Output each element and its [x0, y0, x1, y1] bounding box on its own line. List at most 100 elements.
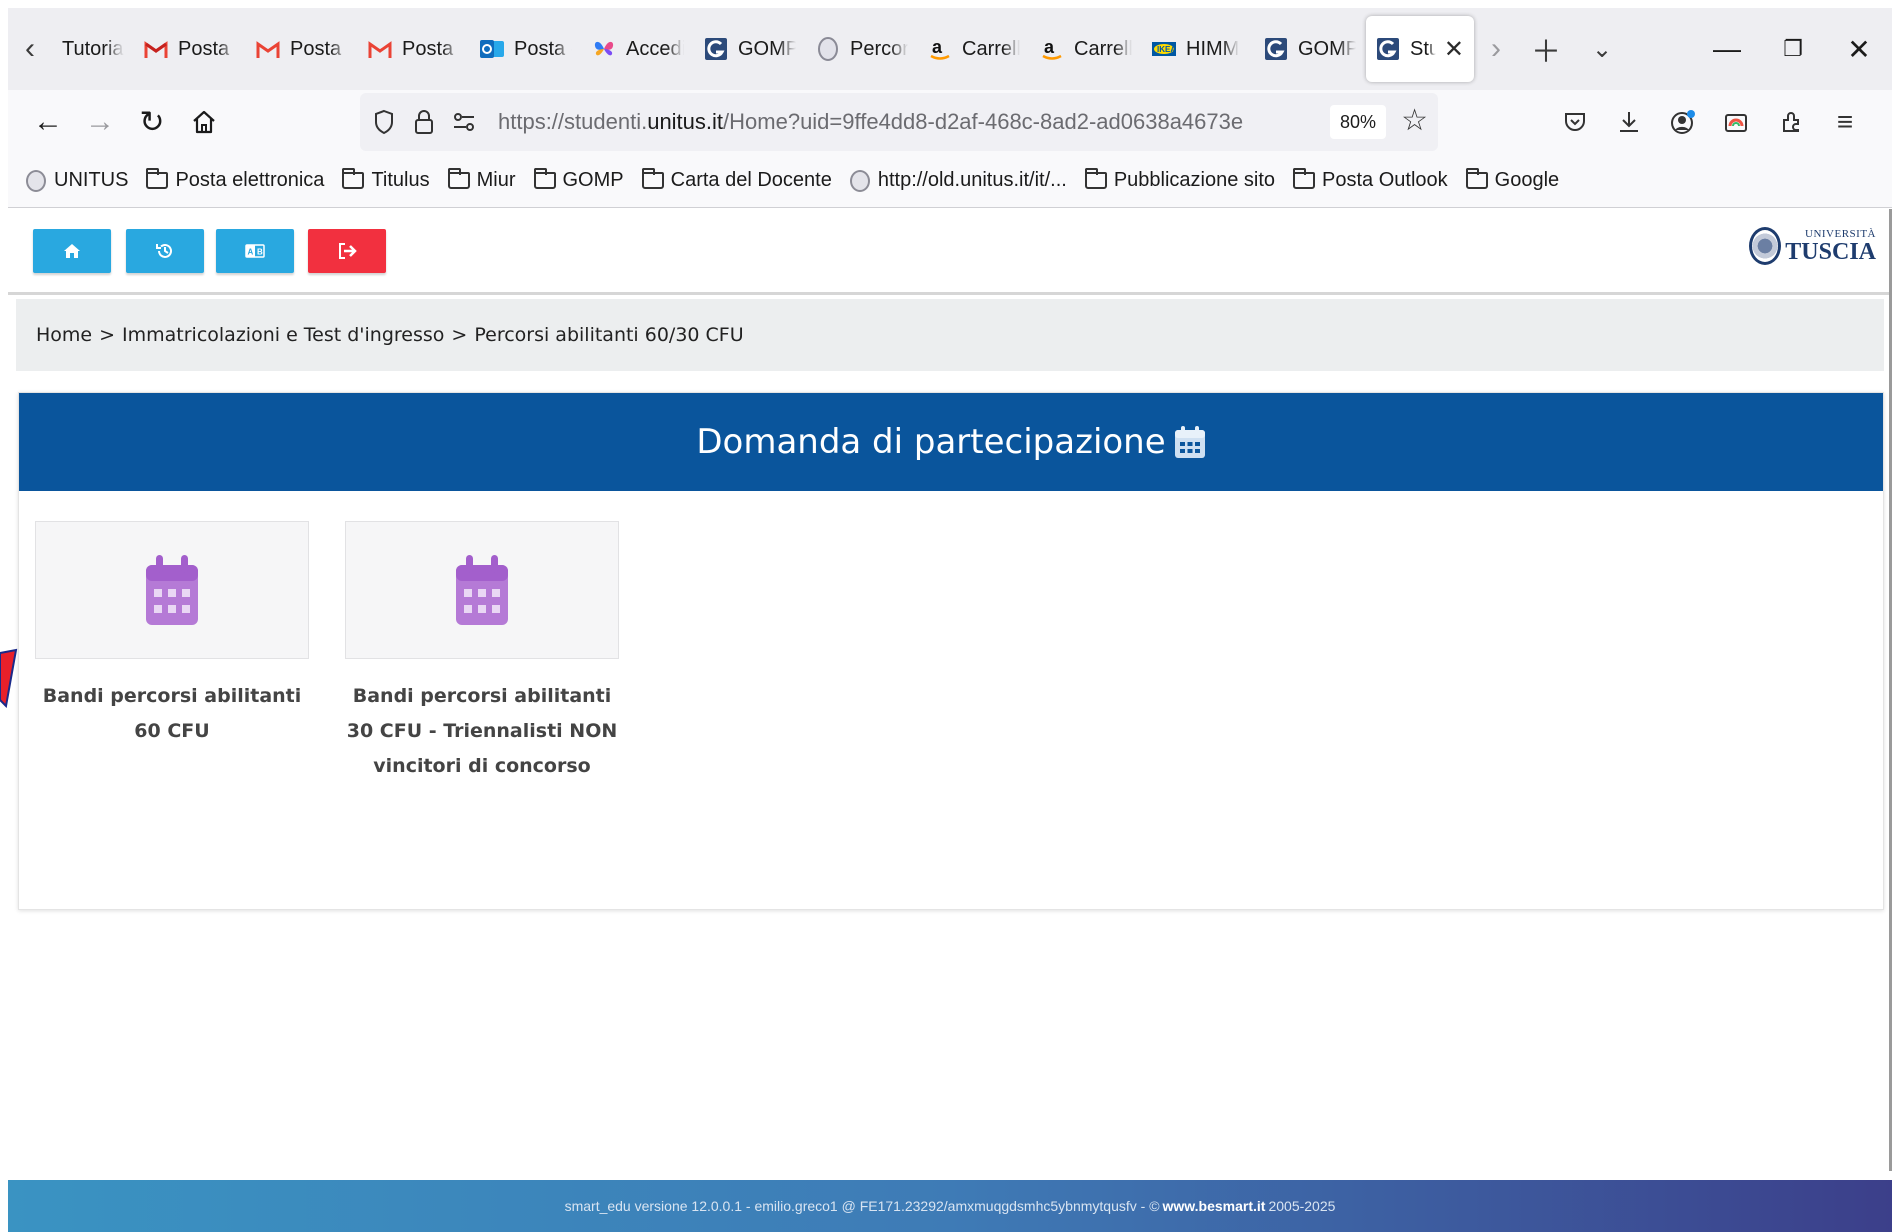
- folder-icon: [1293, 168, 1316, 189]
- footer-years: 2005-2025: [1268, 1198, 1336, 1214]
- tab-gomp[interactable]: GOMP: [1254, 16, 1366, 82]
- tab-label: Posta i: [178, 37, 236, 60]
- tab-label: Posta -: [514, 37, 572, 60]
- tab-studenti-active[interactable]: Stu ✕: [1366, 16, 1474, 82]
- extensions-icon[interactable]: [1764, 96, 1818, 148]
- bookmark-titulus[interactable]: Titulus: [342, 168, 430, 192]
- ikea-icon: IKEA: [1152, 37, 1176, 61]
- bookmark-old-unitus[interactable]: http://old.unitus.it/it/...: [849, 169, 1067, 192]
- tab-bar: ‹ Tutoria Posta i Posta i Posta i Posta …: [8, 8, 1892, 90]
- folder-icon: [533, 168, 556, 189]
- logout-icon: [339, 243, 357, 259]
- tab-amazon[interactable]: a Carrell: [918, 16, 1030, 82]
- amazon-icon: a: [1040, 37, 1064, 61]
- breadcrumb-current: Percorsi abilitanti 60/30 CFU: [474, 324, 744, 346]
- folder-icon: [1084, 168, 1107, 189]
- new-tab-icon[interactable]: ＋: [1518, 8, 1574, 90]
- bookmark-pubblicazione-sito[interactable]: Pubblicazione sito: [1084, 168, 1275, 192]
- calendar-icon: [146, 555, 198, 625]
- container-tabs-icon[interactable]: [1710, 96, 1764, 148]
- home-icon[interactable]: [178, 96, 230, 148]
- forward-icon[interactable]: →: [74, 96, 126, 148]
- url-text[interactable]: https://studenti.unitus.it/Home?uid=9ffe…: [498, 109, 1243, 135]
- folder-icon: [641, 168, 664, 189]
- tab-amazon[interactable]: a Carrell: [1030, 16, 1142, 82]
- shield-icon[interactable]: [364, 109, 404, 135]
- tab-label: GOMP: [1298, 37, 1356, 60]
- bookmark-star-icon[interactable]: ☆: [1401, 103, 1428, 138]
- university-logo[interactable]: UNIVERSITÀ TUSCIA: [1749, 227, 1876, 265]
- reload-icon[interactable]: ↻: [126, 96, 178, 148]
- tab-label: Carrell: [1074, 37, 1132, 60]
- account-icon[interactable]: [1656, 96, 1710, 148]
- tab-gmail[interactable]: Posta i: [134, 16, 246, 82]
- tab-scroll-right-icon[interactable]: ›: [1474, 8, 1518, 90]
- footer-link[interactable]: www.besmart.it: [1163, 1198, 1266, 1214]
- tab-label: Tutoria: [62, 37, 124, 60]
- application-card: Domanda di partecipazione Bandi percorsi…: [18, 392, 1884, 910]
- tab-ikea[interactable]: IKEA HIMM: [1142, 16, 1254, 82]
- annotation-arrow-icon: [0, 648, 18, 708]
- page-scrollbar-track[interactable]: [1889, 209, 1892, 1171]
- breadcrumb-home[interactable]: Home: [36, 324, 92, 346]
- lock-icon[interactable]: [404, 109, 444, 135]
- breadcrumb-separator: >: [451, 324, 468, 346]
- bookmark-posta-elettronica[interactable]: Posta elettronica: [146, 168, 324, 192]
- tile-label[interactable]: Bandi percorsi abilitanti 30 CFU - Trien…: [345, 679, 619, 784]
- bookmark-unitus[interactable]: UNITUS: [26, 169, 128, 192]
- tab-outlook[interactable]: Posta -: [470, 16, 582, 82]
- pocket-icon[interactable]: [1548, 96, 1602, 148]
- folder-icon: [342, 168, 365, 189]
- restore-icon[interactable]: ❐: [1760, 8, 1826, 90]
- tab-gmail[interactable]: Posta i: [246, 16, 358, 82]
- outlook-icon: [480, 37, 504, 61]
- logo-line2: TUSCIA: [1785, 238, 1876, 265]
- tile-label[interactable]: Bandi percorsi abilitanti 60 CFU: [35, 679, 309, 749]
- tab-accedi[interactable]: Accedi: [582, 16, 694, 82]
- seal-icon: [816, 37, 840, 61]
- svg-text:a: a: [932, 37, 943, 57]
- footer-text: smart_edu versione 12.0.0.1 - emilio.gre…: [564, 1198, 1160, 1214]
- minimize-icon[interactable]: —: [1694, 8, 1760, 90]
- history-button[interactable]: [126, 229, 204, 273]
- gomp-icon: [1376, 37, 1400, 61]
- tile-icon-box[interactable]: [35, 521, 309, 659]
- tab-tutorial[interactable]: Tutoria: [52, 16, 134, 82]
- home-icon: [64, 244, 80, 258]
- list-tabs-icon[interactable]: ⌄: [1574, 8, 1630, 90]
- language-button[interactable]: AB: [216, 229, 294, 273]
- close-tab-icon[interactable]: ✕: [1444, 35, 1464, 64]
- svg-text:a: a: [1044, 37, 1055, 57]
- menu-icon[interactable]: ≡: [1818, 96, 1872, 148]
- bookmark-miur[interactable]: Miur: [447, 168, 516, 192]
- close-window-icon[interactable]: ✕: [1826, 8, 1892, 90]
- tile-bandi-30-cfu[interactable]: Bandi percorsi abilitanti 30 CFU - Trien…: [345, 521, 619, 784]
- history-icon: [156, 243, 172, 258]
- tile-icon-box[interactable]: [345, 521, 619, 659]
- bookmark-google[interactable]: Google: [1465, 168, 1559, 192]
- downloads-icon[interactable]: [1602, 96, 1656, 148]
- tab-percorsi[interactable]: Percor: [806, 16, 918, 82]
- bookmarks-bar: UNITUS Posta elettronica Titulus Miur GO…: [8, 154, 1892, 208]
- bookmark-carta-del-docente[interactable]: Carta del Docente: [641, 168, 832, 192]
- back-icon[interactable]: ←: [22, 96, 74, 148]
- tab-label: Percor: [850, 37, 908, 60]
- tab-scroll-left-icon[interactable]: ‹: [8, 8, 52, 90]
- breadcrumb-immatricolazioni[interactable]: Immatricolazioni e Test d'ingresso: [122, 324, 444, 346]
- bookmark-gomp[interactable]: GOMP: [533, 168, 624, 192]
- home-button[interactable]: [33, 229, 111, 273]
- permissions-icon[interactable]: [444, 112, 484, 132]
- tab-gmail[interactable]: Posta i: [358, 16, 470, 82]
- bookmark-posta-outlook[interactable]: Posta Outlook: [1293, 168, 1448, 192]
- breadcrumb: Home > Immatricolazioni e Test d'ingress…: [16, 299, 1884, 371]
- logout-button[interactable]: [308, 229, 386, 273]
- tab-label: Carrell: [962, 37, 1020, 60]
- tile-bandi-60-cfu[interactable]: Bandi percorsi abilitanti 60 CFU: [35, 521, 309, 749]
- butterfly-icon: [592, 37, 616, 61]
- tab-label: Posta i: [290, 37, 348, 60]
- folder-icon: [447, 168, 470, 189]
- zoom-level[interactable]: 80%: [1329, 105, 1386, 139]
- url-bar[interactable]: https://studenti.unitus.it/Home?uid=9ffe…: [360, 93, 1438, 151]
- tab-gomp[interactable]: GOMP: [694, 16, 806, 82]
- calendar-icon: [1174, 425, 1206, 459]
